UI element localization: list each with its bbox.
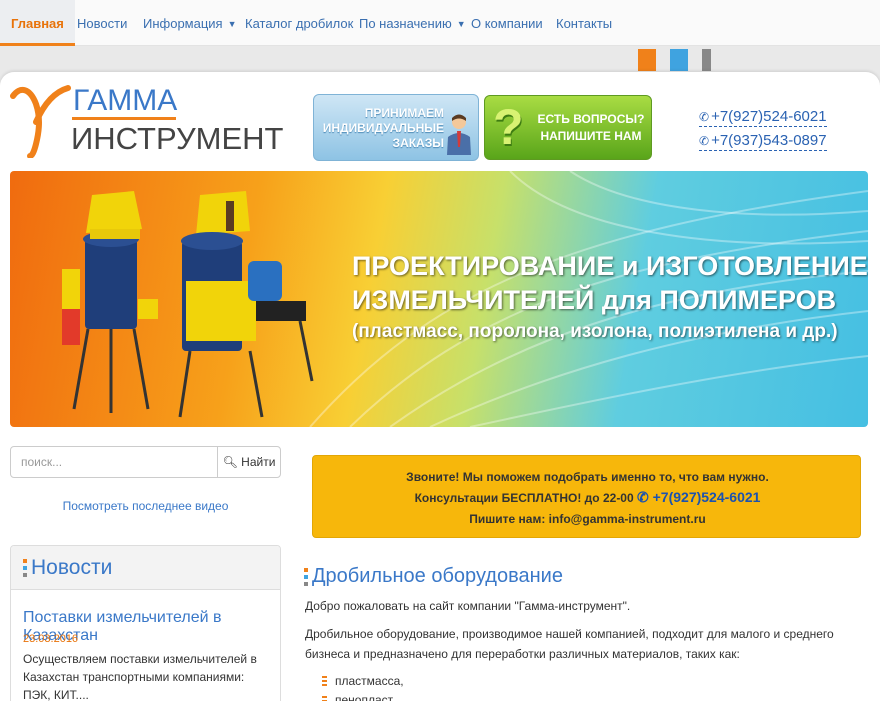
nav-item-purpose[interactable]: По назначению ▼ <box>359 0 466 46</box>
callout-line2: Консультации БЕСПЛАТНО! до 22-00 ✆ +7(92… <box>313 489 862 506</box>
phone-link-2[interactable]: ✆ +7(937)543-0897 <box>699 132 827 151</box>
search-icon: 🔍︎ <box>222 455 238 469</box>
logo-text-gamma[interactable]: ГАММА <box>73 84 177 118</box>
list-bullet-icon <box>322 696 327 701</box>
questions-line2: НАПИШИТЕ НАМ <box>540 129 642 143</box>
custom-orders-line3: ЗАКАЗЫ <box>392 136 444 150</box>
nav-item-contacts[interactable]: Контакты <box>556 0 612 46</box>
caret-down-icon: ▼ <box>456 19 466 29</box>
hero-banner: ПРОЕКТИРОВАНИЕ и ИЗГОТОВЛЕНИЕ ИЗМЕЛЬЧИТЕ… <box>10 171 868 427</box>
custom-orders-text: ПРИНИМАЕМ ИНДИВИДУАЛЬНЫЕ ЗАКАЗЫ <box>314 106 444 151</box>
callout-line1: Звоните! Мы поможем подобрать именно то,… <box>406 470 769 484</box>
phone-number-1: +7(927)524-6021 <box>711 108 827 125</box>
hero-subtitle: (пластмасс, поролона, изолона, полиэтиле… <box>352 321 838 342</box>
page-title: Дробильное оборудование <box>312 565 563 587</box>
welcome-text: Добро пожаловать на сайт компании "Гамма… <box>305 599 631 613</box>
nav-item-info-label: Информация <box>143 16 223 31</box>
contact-callout: Звоните! Мы поможем подобрать именно то,… <box>312 455 861 538</box>
person-icon <box>447 114 471 155</box>
hero-title-line2: ИЗМЕЛЬЧИТЕЛЕЙ для ПОЛИМЕРОВ <box>352 285 837 315</box>
material-list-item: пластмасса, <box>335 674 404 688</box>
question-mark-icon: ? <box>493 99 524 155</box>
questions-line1: ЕСТЬ ВОПРОСЫ? <box>537 112 645 126</box>
decor-strip-gray <box>702 49 711 71</box>
logo-text-instrument[interactable]: ИНСТРУМЕНТ <box>71 121 283 157</box>
description-text: Дробильное оборудование, производимое на… <box>305 627 834 661</box>
callout-consult-text: Консультации БЕСПЛАТНО! до 22-00 <box>414 491 634 505</box>
phone-icon: ✆ <box>637 489 649 505</box>
search-button-label: Найти <box>241 455 276 469</box>
section-bars-icon <box>23 559 27 577</box>
nav-item-news[interactable]: Новости <box>77 0 127 46</box>
decor-strip-orange <box>638 49 656 71</box>
phone-number-2: +7(937)543-0897 <box>711 132 827 149</box>
news-panel-title: Новости <box>31 556 113 579</box>
phone-link-1[interactable]: ✆ +7(927)524-6021 <box>699 108 827 127</box>
material-list-item: пенопласт, <box>335 693 396 701</box>
nav-item-info[interactable]: Информация ▼ <box>143 0 237 46</box>
nav-item-catalog[interactable]: Каталог дробилок <box>245 0 353 46</box>
hero-title-line1: ПРОЕКТИРОВАНИЕ и ИЗГОТОВЛЕНИЕ <box>352 251 868 281</box>
news-item-text: Осуществляем поставки измельчителей в Ка… <box>23 652 257 701</box>
custom-orders-line2: ИНДИВИДУАЛЬНЫЕ <box>322 121 444 135</box>
decor-strip-blue <box>670 49 688 71</box>
news-item-date: 23.03.2016 <box>23 633 79 645</box>
nav-item-about[interactable]: О компании <box>471 0 543 46</box>
custom-orders-line1: ПРИНИМАЕМ <box>364 106 444 120</box>
shredder-machines-image <box>62 191 314 418</box>
news-panel-header: Новости <box>11 546 280 590</box>
phone-icon: ✆ <box>699 110 710 124</box>
list-bullet-icon <box>322 676 327 686</box>
search-input[interactable] <box>10 446 218 478</box>
phone-icon: ✆ <box>699 134 710 148</box>
callout-phone[interactable]: ✆ +7(927)524-6021 <box>637 489 760 505</box>
logo-underline <box>72 117 176 120</box>
custom-orders-banner[interactable]: ПРИНИМАЕМ ИНДИВИДУАЛЬНЫЕ ЗАКАЗЫ <box>313 94 479 161</box>
logo-gamma-icon[interactable] <box>10 82 72 158</box>
section-bars-icon <box>304 568 308 586</box>
callout-email: Пишите нам: info@gamma-instrument.ru <box>469 512 706 526</box>
nav-item-home[interactable]: Главная <box>0 0 75 46</box>
top-navbar: Главная Новости Информация ▼ Каталог дроб… <box>0 0 880 46</box>
questions-banner[interactable]: ? ЕСТЬ ВОПРОСЫ? НАПИШИТЕ НАМ <box>484 95 652 160</box>
latest-video-link[interactable]: Посмотреть последнее видео <box>10 499 281 513</box>
callout-phone-number: +7(927)524-6021 <box>652 489 761 505</box>
nav-item-purpose-label: По назначению <box>359 16 452 31</box>
caret-down-icon: ▼ <box>227 19 237 29</box>
questions-text: ЕСТЬ ВОПРОСЫ? НАПИШИТЕ НАМ <box>535 111 647 145</box>
search-button[interactable]: 🔍︎ Найти <box>217 446 281 478</box>
news-panel: Новости Поставки измельчителей в Казахст… <box>10 545 281 701</box>
